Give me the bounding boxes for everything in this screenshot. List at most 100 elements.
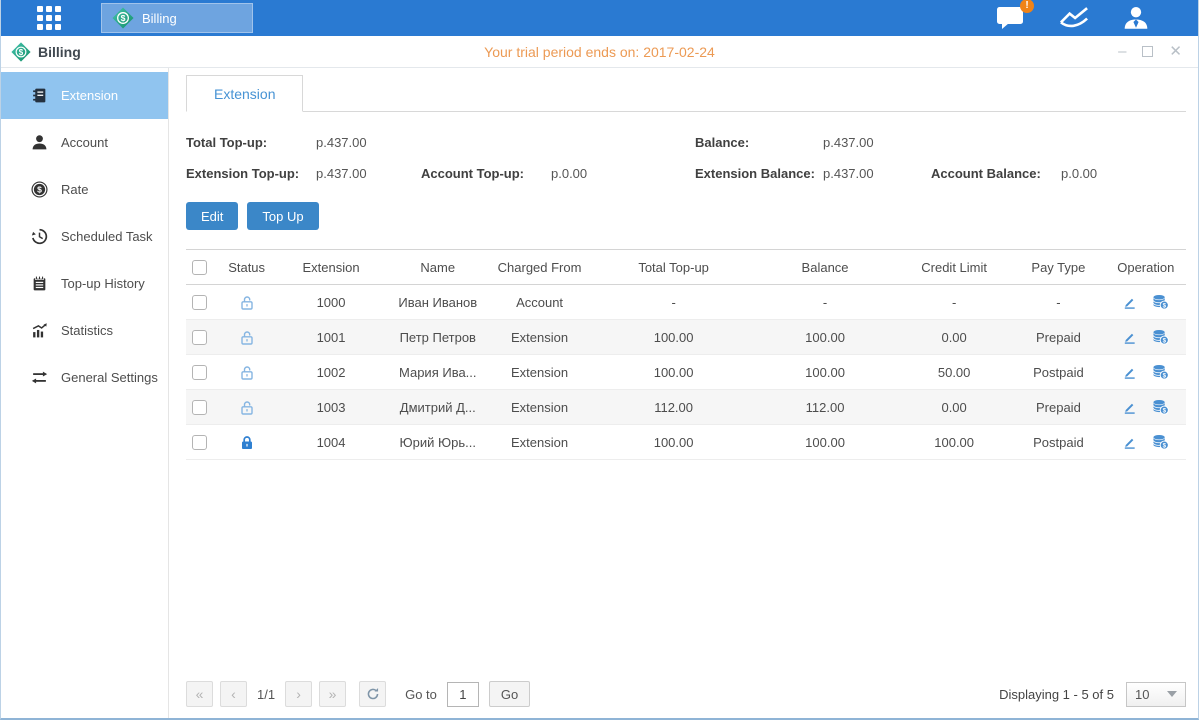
svg-text:$: $: [1163, 337, 1167, 344]
edit-button[interactable]: Edit: [186, 202, 238, 230]
svg-text:$: $: [1163, 302, 1167, 309]
svg-text:$: $: [121, 13, 126, 23]
goto-page-input[interactable]: [447, 682, 479, 707]
name-cell: Иван Иванов: [391, 295, 485, 310]
account-balance-value: p.0.00: [1061, 166, 1097, 181]
next-page-button[interactable]: ›: [285, 681, 312, 707]
lock-open-icon: [239, 294, 255, 311]
select-all-checkbox[interactable]: [192, 260, 207, 275]
row-checkbox[interactable]: [192, 330, 207, 345]
last-page-button[interactable]: »: [319, 681, 346, 707]
row-checkbox[interactable]: [192, 295, 207, 310]
pay-type-cell: Postpaid: [1011, 435, 1105, 450]
sidebar-item-extension[interactable]: Extension: [1, 72, 168, 119]
balance-cell: -: [753, 295, 897, 310]
sidebar-item-rate[interactable]: $ Rate: [1, 166, 168, 213]
sidebar-item-label: Scheduled Task: [61, 229, 153, 244]
tab-strip: Extension: [186, 68, 1186, 112]
top-up-icon[interactable]: $: [1152, 399, 1169, 415]
first-page-button[interactable]: «: [186, 681, 213, 707]
person-icon: [31, 134, 48, 151]
refresh-button[interactable]: [359, 681, 386, 707]
pagination-right: Displaying 1 - 5 of 5 10: [999, 682, 1186, 707]
topbar-tab-label: Billing: [142, 11, 177, 26]
top-up-button[interactable]: Top Up: [247, 202, 318, 230]
top-up-icon[interactable]: $: [1152, 294, 1169, 310]
window-title: $ Billing: [11, 42, 81, 62]
sidebar-item-account[interactable]: Account: [1, 119, 168, 166]
edit-icon[interactable]: [1122, 400, 1137, 415]
user-account-icon[interactable]: [1122, 5, 1150, 31]
content-spacer: [186, 460, 1186, 670]
go-button[interactable]: Go: [489, 681, 530, 707]
table-row: 1004Юрий Юрь...Extension100.00100.00100.…: [186, 425, 1186, 460]
balance-cell: 100.00: [753, 330, 897, 345]
credit-limit-cell: 0.00: [897, 330, 1011, 345]
extension-table: Status Extension Name Charged From Total…: [186, 249, 1186, 460]
edit-icon[interactable]: [1122, 365, 1137, 380]
table-header: Status Extension Name Charged From Total…: [186, 249, 1186, 285]
extension-balance-value: p.437.00: [823, 166, 931, 181]
row-checkbox-cell: [186, 330, 222, 345]
sidebar-item-label: Account: [61, 135, 108, 150]
window-body: Extension Account $ Rate Scheduled Task: [1, 68, 1198, 718]
extension-cell: 1003: [271, 400, 390, 415]
sliders-icon: [31, 369, 48, 386]
sidebar-item-general-settings[interactable]: General Settings: [1, 354, 168, 401]
notification-badge: !: [1020, 0, 1034, 13]
refresh-icon: [366, 687, 380, 701]
sidebar-item-label: Top-up History: [61, 276, 145, 291]
column-header-balance: Balance: [753, 260, 897, 275]
sidebar-item-label: General Settings: [61, 370, 158, 385]
sidebar-item-topup-history[interactable]: Top-up History: [1, 260, 168, 307]
prev-page-button[interactable]: ‹: [220, 681, 247, 707]
row-checkbox[interactable]: [192, 435, 207, 450]
balance-cell: 100.00: [753, 365, 897, 380]
status-cell: [222, 434, 272, 451]
column-header-extension: Extension: [271, 260, 390, 275]
pay-type-cell: Prepaid: [1011, 330, 1105, 345]
svg-text:$: $: [1163, 442, 1167, 449]
extension-book-icon: [31, 87, 48, 104]
row-checkbox[interactable]: [192, 400, 207, 415]
row-checkbox[interactable]: [192, 365, 207, 380]
total-topup-label: Total Top-up:: [186, 135, 316, 150]
close-button[interactable]: ✕: [1169, 44, 1182, 59]
page-size-value: 10: [1135, 687, 1149, 702]
page-size-select[interactable]: 10: [1126, 682, 1186, 707]
edit-icon[interactable]: [1122, 435, 1137, 450]
top-up-icon[interactable]: $: [1152, 434, 1169, 450]
column-header-charged-from: Charged From: [485, 260, 594, 275]
account-topup-value: p.0.00: [551, 166, 695, 181]
tab-extension[interactable]: Extension: [186, 75, 303, 112]
topbar: $ Billing !: [1, 0, 1198, 36]
edit-icon[interactable]: [1122, 295, 1137, 310]
edit-icon[interactable]: [1122, 330, 1137, 345]
sidebar-item-label: Extension: [61, 88, 118, 103]
sidebar-item-statistics[interactable]: Statistics: [1, 307, 168, 354]
balance-label: Balance:: [695, 135, 823, 150]
maximize-button[interactable]: [1142, 46, 1153, 57]
credit-limit-cell: 50.00: [897, 365, 1011, 380]
sidebar-item-scheduled-task[interactable]: Scheduled Task: [1, 213, 168, 260]
minimize-button[interactable]: –: [1118, 44, 1126, 59]
row-checkbox-cell: [186, 295, 222, 310]
charged-from-cell: Extension: [485, 365, 594, 380]
sidebar-item-label: Rate: [61, 182, 88, 197]
top-up-icon[interactable]: $: [1152, 364, 1169, 380]
notifications-icon[interactable]: !: [996, 5, 1026, 31]
pagination-bar: « ‹ 1/1 › » Go to Go Displaying 1 - 5 of…: [186, 670, 1186, 718]
apps-grid-icon[interactable]: [37, 6, 61, 30]
row-checkbox-cell: [186, 400, 222, 415]
column-header-operation: Operation: [1106, 260, 1186, 275]
topbar-tab-billing[interactable]: $ Billing: [101, 3, 253, 33]
operation-cell: $: [1106, 364, 1186, 380]
statistics-chart-icon[interactable]: [1058, 6, 1090, 30]
charged-from-cell: Extension: [485, 330, 594, 345]
extension-topup-value: p.437.00: [316, 166, 421, 181]
pay-type-cell: -: [1011, 295, 1105, 310]
row-checkbox-cell: [186, 435, 222, 450]
top-up-icon[interactable]: $: [1152, 329, 1169, 345]
billing-app-icon: $: [112, 7, 134, 29]
total-topup-value: p.437.00: [316, 135, 695, 150]
